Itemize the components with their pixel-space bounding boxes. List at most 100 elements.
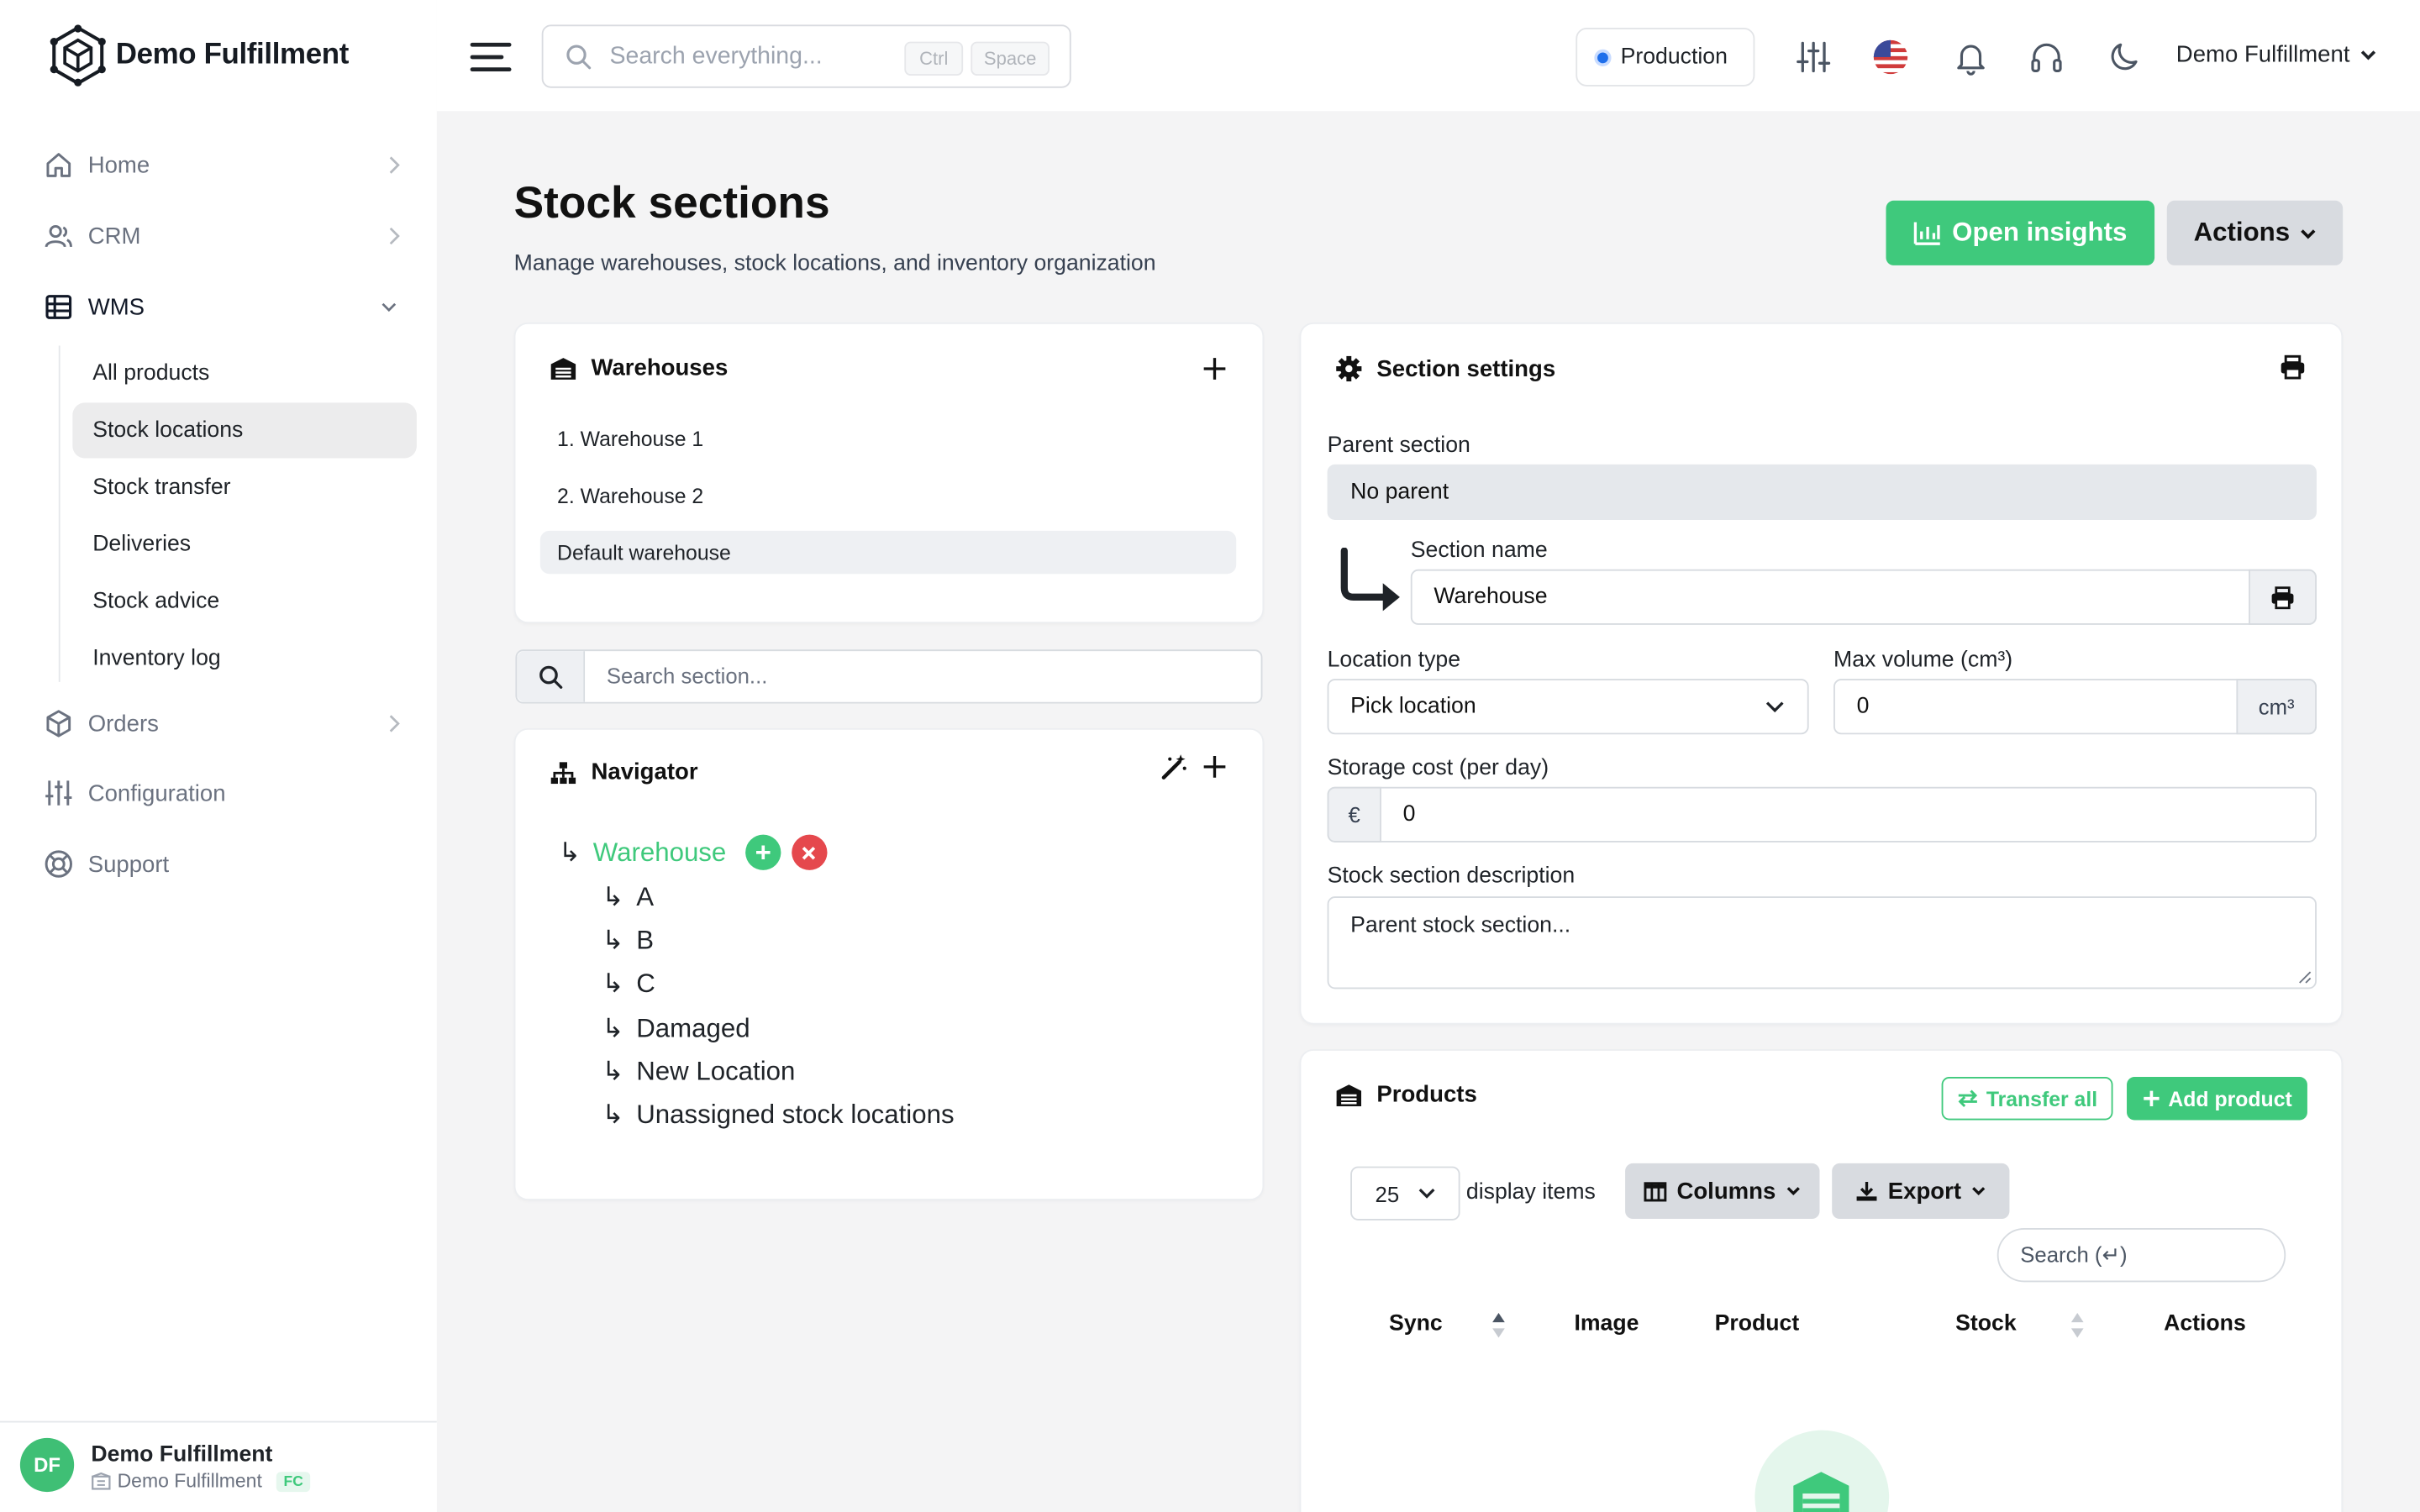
warehouse-item[interactable]: 1. Warehouse 1 (540, 417, 1236, 459)
tree-child-row[interactable]: ↳ C (602, 969, 655, 1000)
us-flag-icon (1872, 39, 1909, 76)
sidebar-subitem-all-products[interactable]: All products (72, 345, 417, 401)
sidebar-subitem-stock-transfer[interactable]: Stock transfer (72, 459, 417, 515)
print-button[interactable] (2280, 354, 2306, 380)
sidebar-item-wms[interactable]: WMS (43, 284, 401, 330)
warehouse-item[interactable]: 2. Warehouse 2 (540, 474, 1236, 517)
chevron-down-icon (1970, 1185, 1986, 1198)
printer-icon (2271, 585, 2294, 609)
warehouse-icon (1789, 1467, 1854, 1512)
tree-child-row[interactable]: ↳ A (602, 883, 654, 914)
resize-handle-icon[interactable] (2298, 970, 2312, 984)
export-button[interactable]: Export (1832, 1163, 2010, 1220)
location-type-select[interactable]: Pick location (1327, 679, 1809, 735)
sidebar-item-home[interactable]: Home (43, 142, 401, 188)
storage-cost-field[interactable]: € 0 (1327, 786, 2317, 843)
user-menu[interactable]: Demo Fulfillment (2176, 42, 2376, 68)
tree-child-row[interactable]: ↳ B (602, 926, 654, 957)
column-header-sync[interactable]: Sync (1389, 1311, 1443, 1336)
menu-toggle-button[interactable] (469, 40, 512, 74)
sidebar-subitem-stock-locations[interactable]: Stock locations (72, 402, 417, 459)
lifebuoy-icon (43, 848, 74, 879)
tree-root-label[interactable]: Warehouse (593, 837, 727, 868)
tree-child-row[interactable]: ↳ New Location (602, 1057, 795, 1088)
global-search[interactable]: Search everything... Ctrl Space (541, 24, 1071, 88)
open-insights-button[interactable]: Open insights (1886, 200, 2155, 265)
avatar: DF (19, 1437, 75, 1493)
page-size-select[interactable]: 25 (1350, 1166, 1460, 1221)
language-button[interactable] (1872, 39, 1909, 76)
section-settings-title: Section settings (1376, 355, 1556, 382)
chevron-right-icon (386, 713, 401, 735)
products-title: Products (1376, 1081, 1477, 1108)
environment-badge[interactable]: Production (1576, 28, 1755, 87)
sliders-icon (1795, 39, 1832, 76)
bell-icon (1952, 39, 1989, 76)
products-header: Products (1335, 1082, 1477, 1108)
kbd-ctrl: Ctrl (904, 41, 964, 76)
sidebar-subitem-deliveries[interactable]: Deliveries (72, 517, 417, 572)
transfer-all-button[interactable]: Transfer all (1941, 1077, 2113, 1121)
sidebar-item-orders[interactable]: Orders (43, 701, 401, 747)
sidebar: Demo Fulfillment Home CRM WMS All produc… (0, 0, 437, 1512)
sort-icon[interactable] (1491, 1311, 1506, 1339)
brand-logo[interactable]: Demo Fulfillment (50, 24, 349, 87)
notifications-button[interactable] (1952, 39, 1989, 76)
navigator-card: Navigator ↳ Warehouse ↳ A ↳ B ↳ C ↳ Damaged … (515, 729, 1263, 1200)
warehouse-item-selected[interactable]: Default warehouse (539, 530, 1237, 575)
add-child-button[interactable] (744, 834, 781, 870)
auto-generate-button[interactable] (1160, 753, 1188, 780)
section-name-field[interactable]: Warehouse (1410, 569, 2317, 625)
theme-toggle-button[interactable] (2107, 39, 2144, 76)
child-arrow-icon (1337, 548, 1405, 612)
headphones-icon (2028, 39, 2065, 76)
sidebar-item-label: Home (87, 151, 150, 179)
magic-wand-icon (1160, 753, 1188, 780)
sidebar-footer[interactable]: DF Demo Fulfillment Demo Fulfillment FC (0, 1420, 437, 1512)
sub-arrow-icon: ↳ (558, 837, 581, 867)
column-header-stock[interactable]: Stock (1955, 1311, 2017, 1336)
sidebar-subitem-inventory-log[interactable]: Inventory log (72, 631, 417, 686)
warehouses-title: Warehouses (591, 354, 729, 381)
delete-section-button[interactable] (791, 834, 827, 870)
sidebar-subitem-stock-advice[interactable]: Stock advice (72, 574, 417, 629)
columns-button[interactable]: Columns (1625, 1163, 1820, 1220)
section-name-label: Section name (1410, 538, 1548, 564)
add-warehouse-button[interactable] (1202, 356, 1227, 381)
description-textarea[interactable]: Parent stock section... (1327, 896, 2317, 990)
support-button[interactable] (2028, 39, 2065, 76)
max-volume-input[interactable]: 0 (1835, 695, 1870, 719)
footer-org-name: Demo Fulfillment (117, 1470, 262, 1493)
product-search-input[interactable]: Search (↵) (1996, 1228, 2286, 1283)
sidebar-item-label: Configuration (87, 780, 226, 806)
sidebar-item-configuration[interactable]: Configuration (43, 770, 401, 816)
column-header-product[interactable]: Product (1715, 1311, 1800, 1336)
hexagon-network-icon (50, 24, 107, 87)
print-label-button[interactable] (2249, 569, 2317, 625)
chevron-right-icon (386, 155, 401, 176)
section-name-input[interactable]: Warehouse (1413, 585, 1547, 609)
search-input[interactable]: Search everything... (610, 43, 823, 71)
section-search-input[interactable]: Search section... (607, 664, 768, 688)
tree-child-row[interactable]: ↳ Damaged (602, 1014, 750, 1045)
sidebar-item-support[interactable]: Support (43, 841, 401, 887)
section-settings-header: Section settings (1335, 354, 1555, 382)
section-search[interactable]: Search section... (515, 649, 1263, 704)
actions-label: Actions (2193, 217, 2291, 247)
actions-dropdown-button[interactable]: Actions (2166, 200, 2344, 265)
filters-button[interactable] (1795, 39, 1832, 76)
max-volume-field[interactable]: 0 cm³ (1833, 679, 2317, 735)
sort-icon[interactable] (2070, 1311, 2085, 1339)
tree-child-label: Unassigned stock locations (636, 1100, 955, 1130)
add-product-button[interactable]: Add product (2127, 1077, 2307, 1121)
sidebar-item-crm[interactable]: CRM (43, 213, 401, 259)
tree-root-row[interactable]: ↳ Warehouse (558, 834, 827, 870)
home-icon (43, 150, 74, 181)
plus-icon (2142, 1089, 2160, 1108)
add-section-button[interactable] (1202, 754, 1227, 779)
parent-section-value: No parent (1350, 480, 1449, 505)
footer-user-name: Demo Fulfillment (91, 1442, 273, 1467)
description-label: Stock section description (1327, 864, 1576, 889)
tree-child-row[interactable]: ↳ Unassigned stock locations (602, 1100, 954, 1131)
parent-section-label: Parent section (1327, 433, 1470, 459)
